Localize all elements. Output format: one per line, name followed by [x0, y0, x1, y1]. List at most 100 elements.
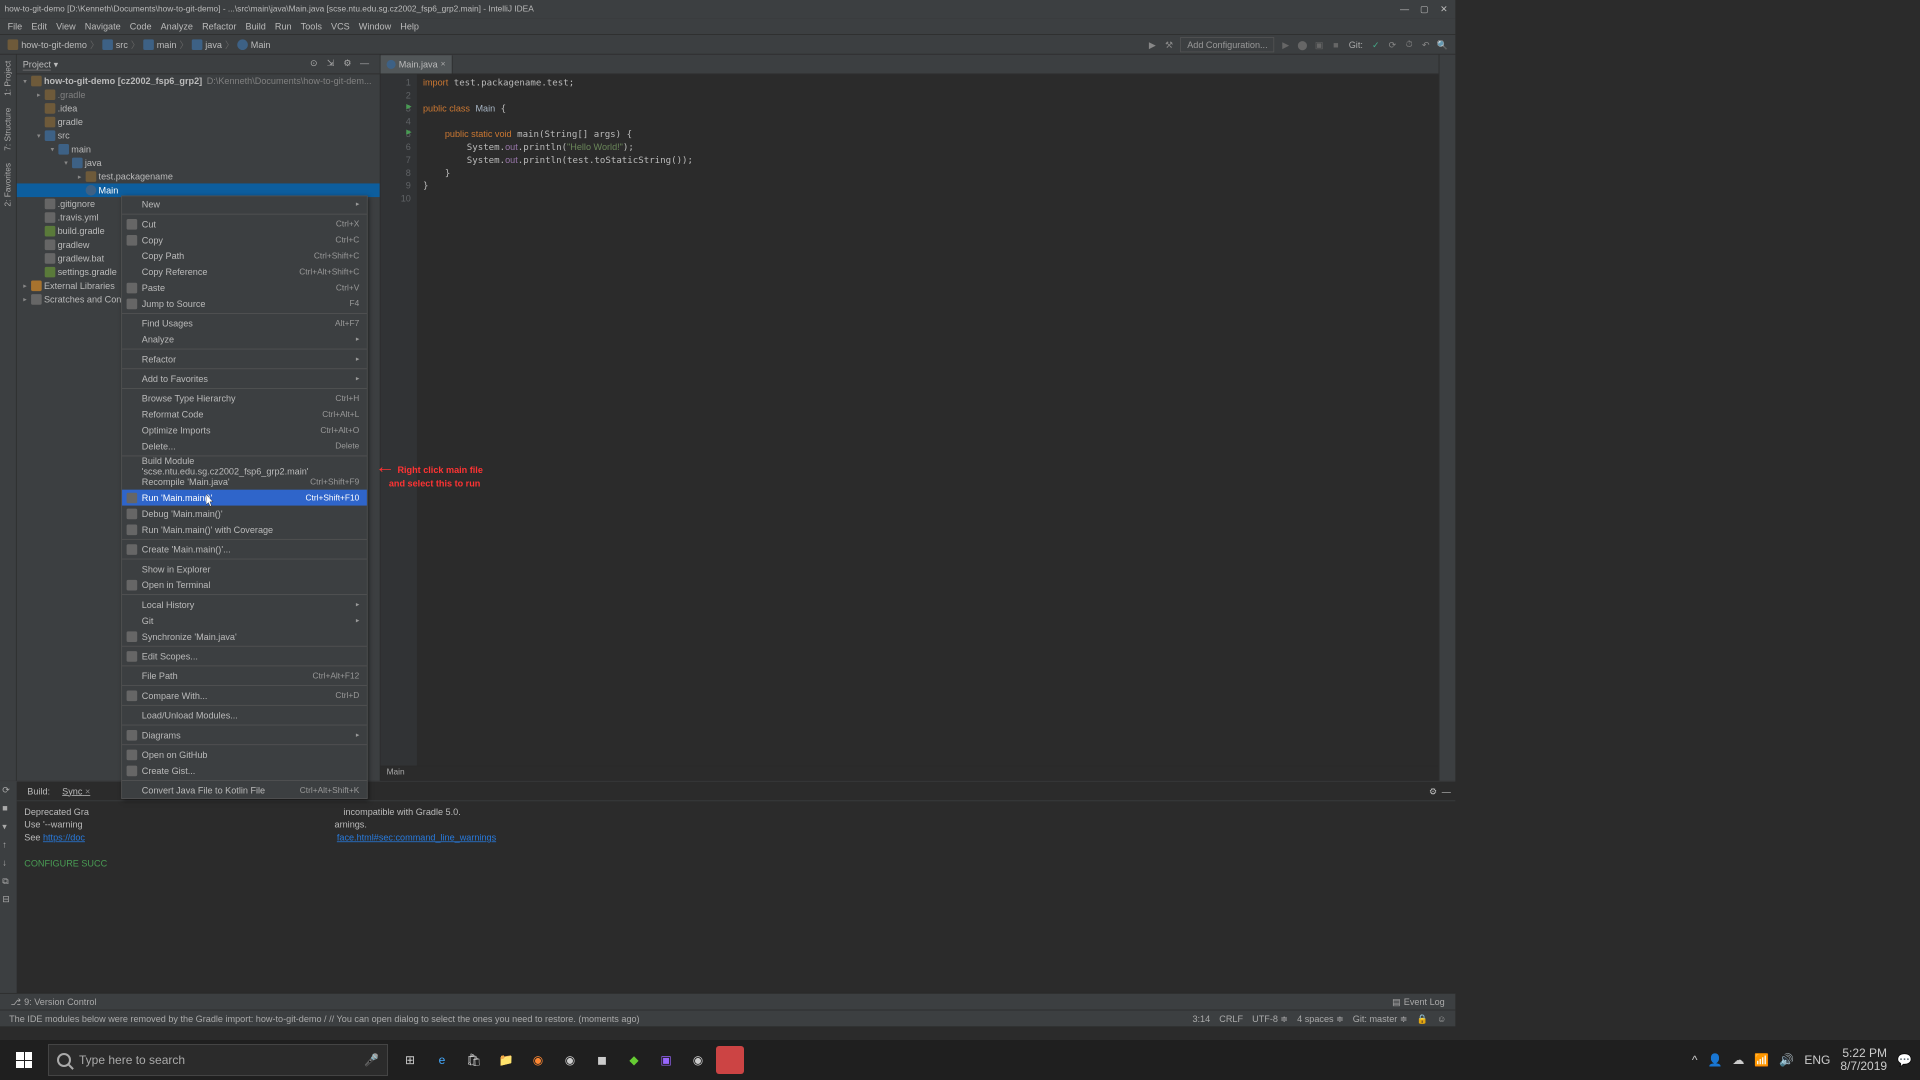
gear-icon[interactable]: ⚙ — [1429, 786, 1437, 797]
menu-item[interactable]: Edit Scopes... — [122, 648, 367, 664]
menu-window[interactable]: Window — [354, 19, 395, 33]
collapse-icon[interactable]: ⇲ — [327, 57, 341, 71]
taskbar-search[interactable]: Type here to search🎤 — [48, 1044, 388, 1076]
status-inspect-icon[interactable]: ☺ — [1432, 1013, 1450, 1024]
breadcrumb-root[interactable]: how-to-git-demo — [5, 39, 90, 50]
menu-item[interactable]: Reformat CodeCtrl+Alt+L — [122, 406, 367, 422]
menu-item[interactable]: Optimize ImportsCtrl+Alt+O — [122, 422, 367, 438]
build-output[interactable]: Deprecated Gra incompatible with Gradle … — [17, 801, 1456, 993]
menu-edit[interactable]: Edit — [27, 19, 52, 33]
menu-item[interactable]: Synchronize 'Main.java' — [122, 628, 367, 644]
breadcrumb-class[interactable]: Main — [234, 39, 273, 50]
vcs-history-icon[interactable]: ⏱ — [1401, 36, 1418, 53]
menu-file[interactable]: File — [3, 19, 27, 33]
menu-code[interactable]: Code — [125, 19, 156, 33]
tray-people-icon[interactable]: 👤 — [1707, 1053, 1722, 1067]
status-eol[interactable]: CRLF — [1215, 1013, 1248, 1024]
menu-item[interactable]: Git▸ — [122, 612, 367, 628]
down-icon[interactable]: ↓ — [2, 857, 14, 869]
project-tool-button[interactable]: 1: Project — [2, 55, 14, 102]
sync-icon[interactable]: ⟳ — [2, 785, 14, 797]
menu-item[interactable]: Recompile 'Main.java'Ctrl+Shift+F9 — [122, 474, 367, 490]
app-icon[interactable]: ◆ — [618, 1040, 650, 1080]
tree-node[interactable]: .idea — [17, 102, 380, 116]
tray-lang[interactable]: ENG — [1804, 1053, 1830, 1067]
menu-item[interactable]: Convert Java File to Kotlin FileCtrl+Alt… — [122, 782, 367, 798]
menu-item[interactable]: Delete...Delete — [122, 438, 367, 454]
edge-icon[interactable]: e — [426, 1040, 458, 1080]
stop-icon[interactable]: ■ — [2, 803, 14, 815]
menu-item[interactable]: File PathCtrl+Alt+F12 — [122, 668, 367, 684]
structure-tool-button[interactable]: 7: Structure — [2, 102, 14, 157]
tree-node[interactable]: ▸.gradle — [17, 88, 380, 102]
minimize-button[interactable]: — — [1398, 2, 1412, 16]
menu-item[interactable]: Compare With...Ctrl+D — [122, 688, 367, 704]
build-icon[interactable]: ▶ — [1144, 36, 1161, 53]
tray-cloud-icon[interactable]: ☁ — [1732, 1053, 1744, 1067]
tree-external-libraries[interactable]: External Libraries — [44, 280, 115, 291]
system-tray[interactable]: ^ 👤 ☁ 📶 🔊 ENG 5:22 PM8/7/2019 💬 — [1684, 1047, 1920, 1073]
menu-item[interactable]: Copy PathCtrl+Shift+C — [122, 248, 367, 264]
search-icon[interactable]: 🔍 — [1434, 36, 1451, 53]
editor-breadcrumb[interactable]: Main — [381, 766, 1439, 781]
tray-notifications-icon[interactable]: 💬 — [1897, 1053, 1912, 1067]
app-icon[interactable]: ◼ — [586, 1040, 618, 1080]
favorites-tool-button[interactable]: 2: Favorites — [2, 157, 14, 213]
menu-vcs[interactable]: VCS — [326, 19, 354, 33]
menu-item[interactable]: Refactor▸ — [122, 351, 367, 367]
breadcrumb-src[interactable]: src — [99, 39, 131, 50]
menu-item[interactable]: Load/Unload Modules... — [122, 707, 367, 723]
explorer-icon[interactable]: 📁 — [490, 1040, 522, 1080]
build-tab-sync[interactable]: Sync × — [56, 784, 96, 798]
up-icon[interactable]: ↑ — [2, 839, 14, 851]
menu-item[interactable]: Create Gist... — [122, 763, 367, 779]
menu-item[interactable]: Run 'Main.main()' with Coverage — [122, 522, 367, 538]
code-text[interactable]: import test.packagename.test; public cla… — [417, 74, 1439, 765]
tray-chevron-icon[interactable]: ^ — [1692, 1053, 1698, 1067]
vcs-commit-icon[interactable]: ⟳ — [1384, 36, 1401, 53]
locate-icon[interactable]: ⊙ — [310, 57, 324, 71]
menu-item[interactable]: CopyCtrl+C — [122, 232, 367, 248]
app-icon[interactable]: ▣ — [650, 1040, 682, 1080]
menu-item[interactable]: Debug 'Main.main()' — [122, 506, 367, 522]
status-branch[interactable]: Git: master ≑ — [1348, 1013, 1412, 1024]
debug-icon[interactable]: ⬤ — [1294, 36, 1311, 53]
tree-node[interactable]: gradle — [17, 115, 380, 129]
tab-main-java[interactable]: Main.java × — [381, 55, 453, 73]
menu-item[interactable]: Copy ReferenceCtrl+Alt+Shift+C — [122, 264, 367, 280]
tree-root[interactable]: how-to-git-demo [cz2002_fsp6_grp2] — [44, 76, 202, 87]
menu-item[interactable]: CutCtrl+X — [122, 216, 367, 232]
run-gutter-icon[interactable]: ▶ — [406, 128, 411, 136]
status-indent[interactable]: 4 spaces ≑ — [1293, 1013, 1349, 1024]
menu-item[interactable]: New▸ — [122, 196, 367, 212]
menu-item[interactable]: Jump to SourceF4 — [122, 296, 367, 312]
build-tab-build[interactable]: Build: — [21, 784, 56, 798]
breadcrumb-main[interactable]: main — [140, 39, 179, 50]
tree-node[interactable]: ▾main — [17, 143, 380, 157]
stop-icon[interactable]: ■ — [1328, 36, 1345, 53]
minimize-panel-icon[interactable]: — — [1442, 786, 1451, 797]
tree-scratches[interactable]: Scratches and Cons... — [44, 294, 133, 305]
menu-item[interactable]: Diagrams▸ — [122, 727, 367, 743]
menu-item[interactable]: Open in Terminal — [122, 577, 367, 593]
line-gutter[interactable]: 12345678910 — [381, 74, 417, 765]
menu-item[interactable]: Find UsagesAlt+F7 — [122, 315, 367, 331]
filter-icon[interactable]: ⧉ — [2, 875, 14, 887]
hammer-icon[interactable]: ⚒ — [1161, 36, 1178, 53]
menu-item[interactable]: Open on GitHub — [122, 747, 367, 763]
menu-analyze[interactable]: Analyze — [156, 19, 197, 33]
intellij-icon[interactable] — [716, 1046, 744, 1074]
app-icon[interactable]: ◉ — [682, 1040, 714, 1080]
chrome-icon[interactable]: ◉ — [554, 1040, 586, 1080]
context-menu[interactable]: New▸ CutCtrl+XCopyCtrl+CCopy PathCtrl+Shi… — [121, 196, 367, 799]
status-encoding[interactable]: UTF-8 ≑ — [1248, 1013, 1293, 1024]
menu-item[interactable]: PasteCtrl+V — [122, 280, 367, 296]
menu-view[interactable]: View — [52, 19, 81, 33]
menu-navigate[interactable]: Navigate — [80, 19, 125, 33]
firefox-icon[interactable]: ◉ — [522, 1040, 554, 1080]
close-tab-icon[interactable]: × — [441, 60, 446, 69]
menu-item[interactable]: Analyze▸ — [122, 331, 367, 347]
status-lock-icon[interactable]: 🔒 — [1412, 1013, 1432, 1024]
run-gutter-icon[interactable]: ▶ — [406, 102, 411, 110]
tree-node[interactable]: ▸test.packagename — [17, 170, 380, 184]
